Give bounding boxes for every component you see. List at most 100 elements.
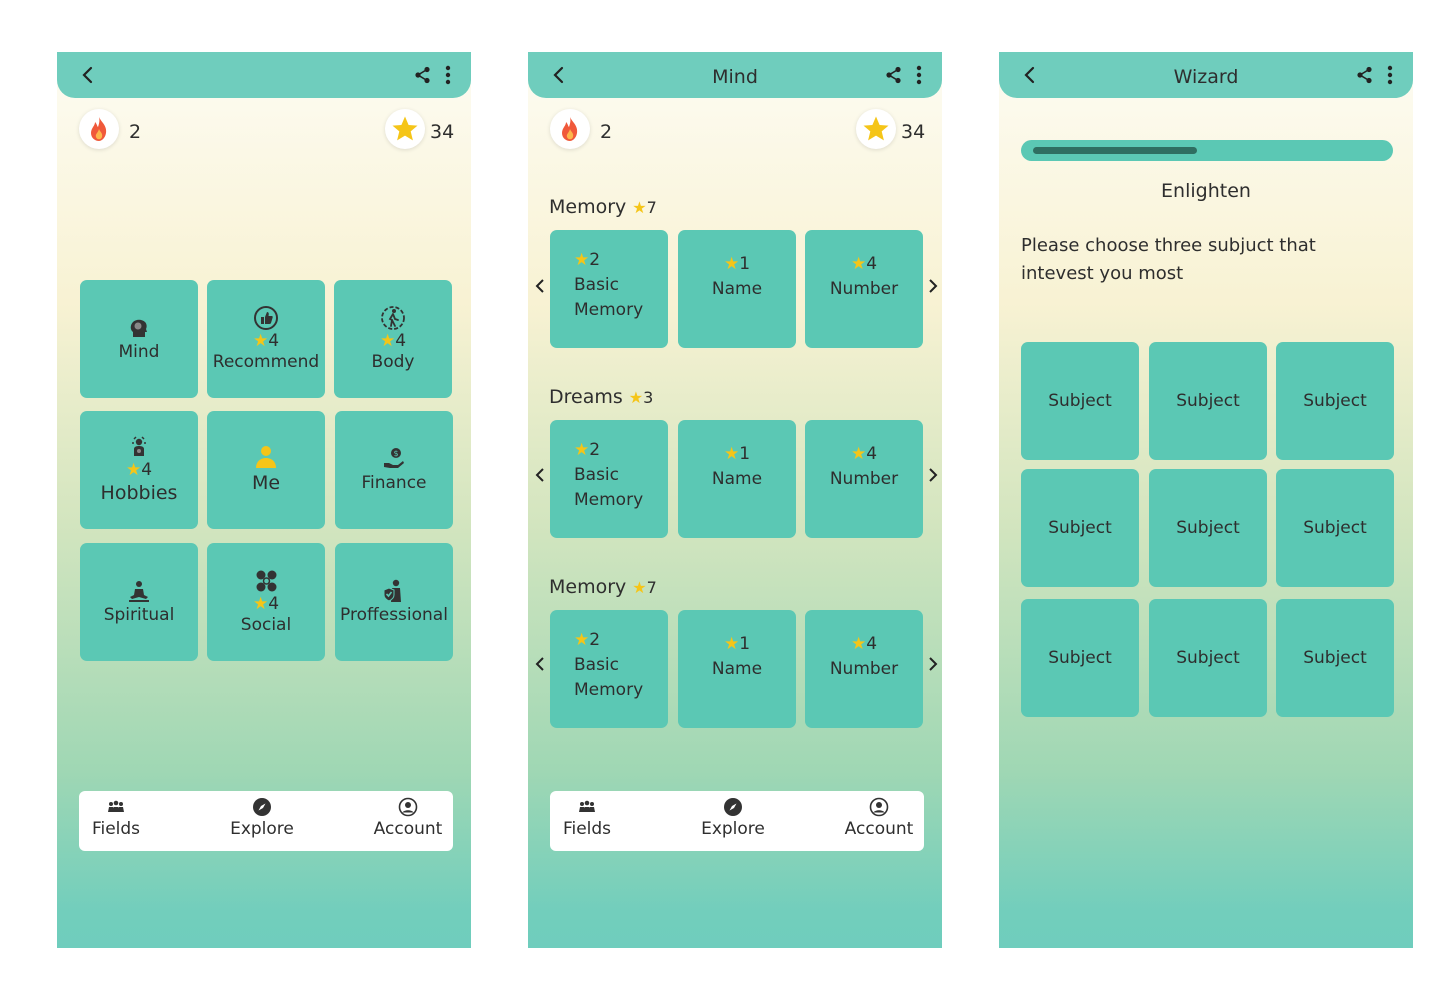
star-icon: ★ bbox=[850, 254, 867, 274]
field-tile-hobbies[interactable]: ★4 Hobbies bbox=[80, 411, 198, 529]
more-vertical-icon[interactable] bbox=[1384, 65, 1396, 85]
subject-tile[interactable]: Subject bbox=[1021, 599, 1139, 717]
nav-account[interactable]: Account bbox=[824, 797, 934, 839]
topic-tile[interactable]: ★2 Basic Memory bbox=[550, 230, 668, 348]
wizard-question: Please choose three subjuct that inteves… bbox=[1021, 235, 1316, 284]
field-tile-finance[interactable]: $ Finance bbox=[335, 411, 453, 529]
fields-screen: 2 34 Mind ★4 Recommend ★4 Body ★4 Hobbie… bbox=[57, 52, 471, 948]
progress-bar bbox=[1021, 140, 1393, 161]
field-label: Hobbies bbox=[100, 482, 178, 504]
star-icon bbox=[863, 116, 889, 141]
app-bar: Wizard bbox=[999, 52, 1413, 98]
nav-label: Fields bbox=[91, 819, 141, 839]
section-title: Memory ★7 bbox=[549, 196, 657, 218]
chevron-left-icon[interactable] bbox=[534, 655, 546, 673]
nav-explore[interactable]: Explore bbox=[678, 797, 788, 839]
account-circle-icon bbox=[869, 797, 889, 817]
nav-label: Account bbox=[373, 819, 443, 839]
topic-tile[interactable]: ★1 Name bbox=[678, 420, 796, 538]
page-title: Wizard bbox=[1173, 66, 1239, 88]
field-stars: 4 bbox=[268, 331, 280, 351]
nav-account[interactable]: Account bbox=[353, 797, 463, 839]
star-icon: ★ bbox=[723, 634, 740, 654]
chevron-right-icon[interactable] bbox=[927, 655, 939, 673]
share-icon[interactable] bbox=[1356, 66, 1374, 84]
streak-count: 2 bbox=[129, 121, 142, 143]
people-network-icon bbox=[256, 570, 277, 592]
section-title: Memory ★7 bbox=[549, 576, 657, 598]
svg-text:$: $ bbox=[393, 449, 398, 458]
field-tile-professional[interactable]: Proffessional bbox=[335, 543, 453, 661]
hand-money-icon: $ bbox=[384, 448, 404, 468]
star-icon: ★ bbox=[574, 440, 590, 460]
more-vertical-icon[interactable] bbox=[913, 65, 925, 85]
nav-explore[interactable]: Explore bbox=[207, 797, 317, 839]
artist-icon bbox=[132, 436, 146, 456]
subject-tile[interactable]: Subject bbox=[1149, 469, 1267, 587]
topic-tile[interactable]: ★4 Number bbox=[805, 230, 923, 348]
field-label: Me bbox=[251, 472, 281, 494]
star-icon: ★ bbox=[850, 444, 867, 464]
star-icon: ★ bbox=[850, 634, 867, 654]
chevron-left-icon[interactable] bbox=[534, 466, 546, 484]
more-vertical-icon[interactable] bbox=[442, 65, 454, 85]
chevron-left-icon[interactable] bbox=[534, 277, 546, 295]
field-tile-spiritual[interactable]: Spiritual bbox=[80, 543, 198, 661]
subject-tile[interactable]: Subject bbox=[1276, 342, 1394, 460]
topic-tile[interactable]: ★2 Basic Memory bbox=[550, 610, 668, 728]
stars-count: 34 bbox=[901, 121, 926, 143]
topic-tile[interactable]: ★4 Number bbox=[805, 420, 923, 538]
field-label: Finance bbox=[361, 473, 427, 493]
nav-label: Account bbox=[844, 819, 914, 839]
app-bar bbox=[57, 52, 471, 98]
field-label: Body bbox=[371, 352, 415, 372]
field-stars: 4 bbox=[395, 331, 407, 351]
star-icon: ★ bbox=[723, 444, 740, 464]
subject-tile[interactable]: Subject bbox=[1021, 469, 1139, 587]
walking-person-icon bbox=[381, 306, 405, 330]
fire-icon bbox=[562, 117, 578, 141]
nav-label: Explore bbox=[701, 819, 765, 839]
field-stars: 4 bbox=[141, 460, 153, 480]
topic-tile[interactable]: ★1 Name bbox=[678, 610, 796, 728]
page-title: Mind bbox=[712, 66, 758, 88]
group-icon bbox=[579, 800, 595, 812]
nav-label: Explore bbox=[230, 819, 294, 839]
star-icon: ★ bbox=[125, 460, 142, 480]
topic-tile[interactable]: ★1 Name bbox=[678, 230, 796, 348]
star-icon: ★ bbox=[632, 578, 647, 597]
star-icon bbox=[392, 116, 418, 141]
field-tile-mind[interactable]: Mind bbox=[80, 280, 198, 398]
topic-tile[interactable]: ★2 Basic Memory bbox=[550, 420, 668, 538]
subject-tile[interactable]: Subject bbox=[1276, 599, 1394, 717]
field-label: Proffessional bbox=[340, 605, 448, 625]
star-icon: ★ bbox=[252, 331, 269, 351]
back-arrow-icon[interactable] bbox=[79, 66, 97, 84]
subject-tile[interactable]: Subject bbox=[1276, 469, 1394, 587]
star-icon: ★ bbox=[574, 630, 590, 650]
field-tile-me[interactable]: Me bbox=[207, 411, 325, 529]
topic-tile[interactable]: ★4 Number bbox=[805, 610, 923, 728]
worker-shield-icon bbox=[383, 579, 401, 602]
field-tile-recommend[interactable]: ★4 Recommend bbox=[207, 280, 325, 398]
person-icon bbox=[256, 446, 276, 468]
compass-icon bbox=[253, 798, 271, 816]
subject-tile[interactable]: Subject bbox=[1149, 342, 1267, 460]
meditation-icon bbox=[129, 581, 149, 602]
share-icon[interactable] bbox=[885, 66, 903, 84]
nav-fields[interactable]: Fields bbox=[61, 797, 171, 839]
streak-badge bbox=[79, 109, 119, 149]
streak-count: 2 bbox=[600, 121, 613, 143]
field-tile-body[interactable]: ★4 Body bbox=[334, 280, 452, 398]
star-icon: ★ bbox=[632, 198, 647, 217]
chevron-right-icon[interactable] bbox=[927, 466, 939, 484]
group-icon bbox=[108, 800, 124, 812]
field-label: Spiritual bbox=[103, 605, 175, 625]
field-stars: 4 bbox=[268, 594, 280, 614]
share-icon[interactable] bbox=[414, 66, 432, 84]
subject-tile[interactable]: Subject bbox=[1149, 599, 1267, 717]
nav-fields[interactable]: Fields bbox=[532, 797, 642, 839]
subject-tile[interactable]: Subject bbox=[1021, 342, 1139, 460]
field-tile-social[interactable]: ★4 Social bbox=[207, 543, 325, 661]
chevron-right-icon[interactable] bbox=[927, 277, 939, 295]
